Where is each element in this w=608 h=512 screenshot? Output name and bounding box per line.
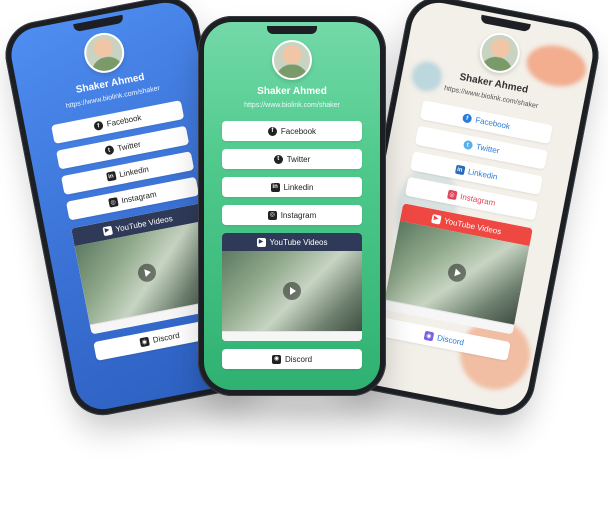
avatar [80,29,128,77]
discord-icon: ◉ [423,330,435,342]
facebook-icon: f [461,113,473,124]
play-icon[interactable] [136,262,158,284]
link-list: f Facebook t Twitter in Linkedin ◎ Instagram [51,100,200,221]
facebook-icon: f [93,120,104,132]
phone-green-theme: Shaker Ahmed https://www.biolink.com/sha… [198,16,386,396]
facebook-label: Facebook [474,115,511,132]
avatar [476,29,524,77]
twitter-icon: t [273,154,283,164]
linkedin-icon: in [270,182,280,192]
youtube-icon: ▶ [256,237,266,247]
link-list: f Facebook t Twitter in Linkedin ◎ Instagram [404,100,553,221]
youtube-icon: ▶ [101,225,113,236]
instagram-label: Instagram [280,210,317,220]
twitter-button[interactable]: t Twitter [222,149,362,169]
youtube-label: YouTube Videos [269,237,328,247]
youtube-button[interactable]: ▶ YouTube Videos [222,233,362,251]
instagram-button[interactable]: ◎ Instagram [222,205,362,225]
linkedin-label: Linkedin [118,164,150,180]
profile-content: Shaker Ahmed https://www.biolink.com/sha… [204,40,380,369]
discord-icon: ◉ [139,336,150,348]
linkedin-icon: in [454,164,466,176]
facebook-label: Facebook [105,113,143,129]
facebook-label: Facebook [280,126,317,136]
linkedin-button[interactable]: in Linkedin [222,177,362,197]
linkedin-icon: in [105,171,117,182]
twitter-label: Twitter [475,142,501,156]
linkedin-label: Linkedin [467,167,499,182]
discord-label: Discord [284,354,313,364]
youtube-icon: ▶ [430,213,442,225]
video-info-bar [222,331,362,341]
play-icon[interactable] [283,282,301,300]
instagram-icon: ◎ [267,210,277,220]
link-list: f Facebook t Twitter in Linkedin ◎ Instagram [222,121,362,225]
instagram-label: Instagram [120,189,158,206]
instagram-icon: ◎ [107,197,119,208]
avatar [272,40,312,80]
facebook-icon: f [267,126,277,136]
discord-icon: ◉ [271,354,281,364]
video-thumbnail[interactable] [222,251,362,331]
instagram-icon: ◎ [446,189,458,201]
play-icon[interactable] [446,262,468,284]
twitter-icon: t [103,144,115,156]
twitter-icon: t [462,139,474,151]
phone-screen: Shaker Ahmed https://www.biolink.com/sha… [204,22,380,390]
phone-notch [267,26,317,34]
youtube-block: ▶ YouTube Videos [382,203,533,335]
discord-label: Discord [152,330,181,345]
discord-button[interactable]: ◉ Discord [222,349,362,369]
linkedin-label: Linkedin [283,182,314,192]
profile-name: Shaker Ahmed [257,86,327,97]
facebook-button[interactable]: f Facebook [222,121,362,141]
discord-label: Discord [436,333,465,348]
profile-content: Shaker Ahmed https://www.biolink.com/sha… [352,16,594,366]
twitter-label: Twitter [286,154,311,164]
youtube-block: ▶ YouTube Videos [222,233,362,341]
discord-wrap: ◉ Discord [222,349,362,369]
profile-url[interactable]: https://www.biolink.com/shaker [244,102,340,109]
twitter-label: Twitter [116,139,142,154]
instagram-label: Instagram [459,192,497,208]
